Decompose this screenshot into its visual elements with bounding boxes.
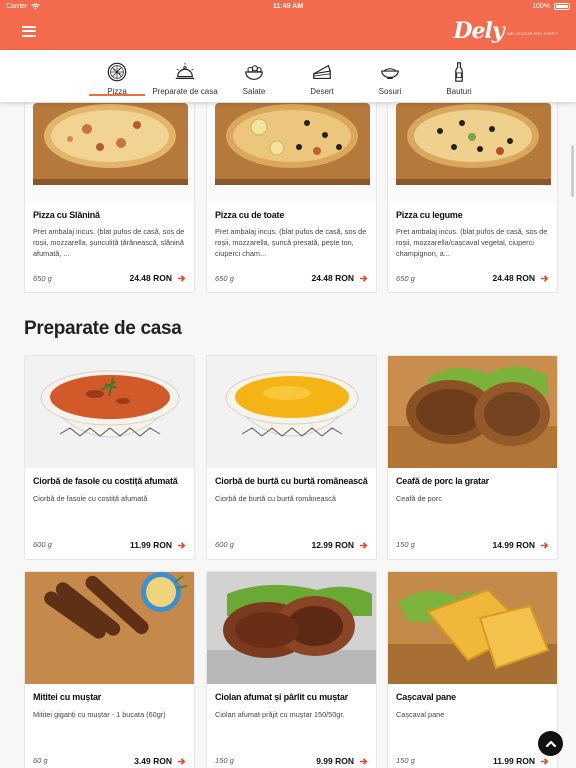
- tab-label: Desert: [310, 87, 334, 96]
- arrow-right-icon[interactable]: [540, 541, 549, 550]
- salad-bowl-icon: [245, 65, 263, 80]
- pizza-legume-photo: [388, 102, 557, 203]
- product-weight: 600 g: [33, 540, 52, 549]
- product-weight: 650 g: [215, 274, 234, 283]
- tab-label: Preparate de casa: [152, 87, 218, 96]
- product-name: Cașcaval pane: [396, 692, 456, 702]
- product-weight: 150 g: [396, 540, 415, 549]
- tab-label: Salate: [242, 87, 266, 96]
- logo-wordmark: Dely: [453, 18, 504, 44]
- app-header: Dely DELICIOUS DELIVERY: [0, 12, 576, 50]
- active-tab-indicator: [89, 94, 145, 96]
- tab-salate[interactable]: Salate: [236, 50, 272, 102]
- chevron-up-icon: [545, 740, 556, 747]
- product-name: Pizza cu Slănină: [33, 210, 100, 220]
- tab-pizza[interactable]: Pizza: [89, 50, 145, 102]
- product-card[interactable]: Ciorbă de burtă cu burtă românească Cior…: [206, 355, 377, 560]
- product-card[interactable]: Ciolan afumat și pârlit cu muștar Ciolan…: [206, 571, 377, 768]
- product-name: Ciorbă de fasole cu costiță afumată: [33, 476, 178, 486]
- product-card[interactable]: Mititei cu muștar Mititei giganți cu muș…: [24, 571, 195, 768]
- product-description: Ciorbă de burtă cu burtă românească: [215, 494, 336, 503]
- product-price: 11.99 RON: [129, 540, 172, 550]
- product-price: 14.99 RON: [492, 540, 535, 550]
- arrow-right-icon[interactable]: [359, 274, 368, 283]
- logo-tagline: DELICIOUS DELIVERY: [506, 30, 558, 36]
- product-description: Pret ambalaj incus. (blat pufos de casă,…: [215, 227, 367, 258]
- product-card[interactable]: Pizza cu de toate Pret ambalaj incus. (b…: [206, 102, 377, 293]
- ceafa-porc-photo: [388, 356, 557, 468]
- scroll-to-top-button[interactable]: [538, 731, 563, 756]
- product-description: Pret ambalaj incus. (blat pufos de casă,…: [33, 227, 185, 258]
- tab-label: Sosuri: [378, 87, 402, 96]
- tab-sosuri[interactable]: Sosuri: [372, 50, 408, 102]
- section-title: Preparate de casa: [24, 318, 182, 339]
- cascaval-pane-photo: [388, 572, 557, 684]
- product-description: Ceafă de porc: [396, 494, 442, 503]
- battery-percent: 100%: [532, 2, 550, 10]
- product-price: 24.48 RON: [311, 273, 354, 283]
- product-card[interactable]: Cașcaval pane Cașcaval pane 150 g 11.99 …: [387, 571, 558, 768]
- product-price: 11.99 RON: [492, 756, 535, 766]
- category-nav: Pizza Preparate de casa Salate Desert So…: [0, 50, 576, 102]
- sauce-bowl-icon: [381, 68, 399, 80]
- clock: 11:49 AM: [272, 2, 304, 10]
- product-description: Cașcaval pane: [396, 710, 445, 719]
- arrow-right-icon[interactable]: [359, 757, 368, 766]
- product-weight: 150 g: [396, 756, 415, 765]
- product-name: Pizza cu de toate: [215, 210, 285, 220]
- product-description: Pret ambalaj incus. (blat pufos de casă,…: [396, 227, 548, 258]
- wifi-icon: [31, 3, 41, 10]
- pizza-de-toate-photo: [207, 102, 376, 203]
- product-description: Ciorbă de fasole cu costiță afumată: [33, 494, 148, 503]
- product-description: Ciolan afumat prăjit cu muștar 150/50gr.: [215, 710, 345, 719]
- arrow-right-icon[interactable]: [540, 274, 549, 283]
- product-name: Ciolan afumat și pârlit cu muștar: [215, 692, 348, 702]
- product-card[interactable]: Pizza cu legume Pret ambalaj incus. (bla…: [387, 102, 558, 293]
- cloche-icon: [175, 62, 195, 80]
- ciorba-fasole-photo: [25, 356, 194, 468]
- product-price: 9.99 RON: [316, 756, 354, 766]
- product-name: Ceafă de porc la gratar: [396, 476, 489, 486]
- product-card[interactable]: Pizza cu Slănină Pret ambalaj incus. (bl…: [24, 102, 195, 293]
- tab-bauturi[interactable]: Bauturi: [441, 50, 477, 102]
- carrier-label: Carrier: [6, 2, 28, 10]
- product-price: 3.49 RON: [134, 756, 172, 766]
- tab-preparate-de-casa[interactable]: Preparate de casa: [150, 50, 220, 102]
- scrollbar[interactable]: [571, 145, 574, 197]
- product-price: 12.99 RON: [311, 540, 354, 550]
- arrow-right-icon[interactable]: [359, 541, 368, 550]
- pizza-slanina-photo: [25, 102, 194, 203]
- tab-desert[interactable]: Desert: [304, 50, 340, 102]
- product-name: Pizza cu legume: [396, 210, 463, 220]
- pizza-icon: [107, 62, 127, 82]
- product-card[interactable]: Ceafă de porc la gratar Ceafă de porc 15…: [387, 355, 558, 560]
- arrow-right-icon[interactable]: [540, 757, 549, 766]
- product-weight: 650 g: [33, 274, 52, 283]
- battery-icon: [554, 2, 570, 10]
- tab-label: Bauturi: [446, 87, 472, 96]
- ciolan-photo: [207, 572, 376, 684]
- menu-icon[interactable]: [22, 25, 36, 37]
- product-name: Ciorbă de burtă cu burtă românească: [215, 476, 368, 486]
- product-name: Mititei cu muștar: [33, 692, 102, 702]
- status-bar: Carrier 11:49 AM 100%: [0, 0, 576, 12]
- product-card[interactable]: Ciorbă de fasole cu costiță afumată Cior…: [24, 355, 195, 560]
- menu-content: Pizza cu Slănină Pret ambalaj incus. (bl…: [0, 102, 576, 768]
- bottle-icon: [455, 62, 463, 82]
- product-description: Mititei giganți cu muștar - 1 bucata (60…: [33, 710, 166, 719]
- cake-slice-icon: [313, 64, 331, 80]
- product-price: 24.48 RON: [129, 273, 172, 283]
- ciorba-burta-photo: [207, 356, 376, 468]
- product-weight: 600 g: [215, 540, 234, 549]
- arrow-right-icon[interactable]: [177, 757, 186, 766]
- product-weight: 60 g: [33, 756, 48, 765]
- product-weight: 150 g: [215, 756, 234, 765]
- product-weight: 650 g: [396, 274, 415, 283]
- mititei-photo: [25, 572, 194, 684]
- arrow-right-icon[interactable]: [177, 274, 186, 283]
- dely-logo: Dely DELICIOUS DELIVERY: [453, 18, 558, 44]
- arrow-right-icon[interactable]: [177, 541, 186, 550]
- product-price: 24.48 RON: [492, 273, 535, 283]
